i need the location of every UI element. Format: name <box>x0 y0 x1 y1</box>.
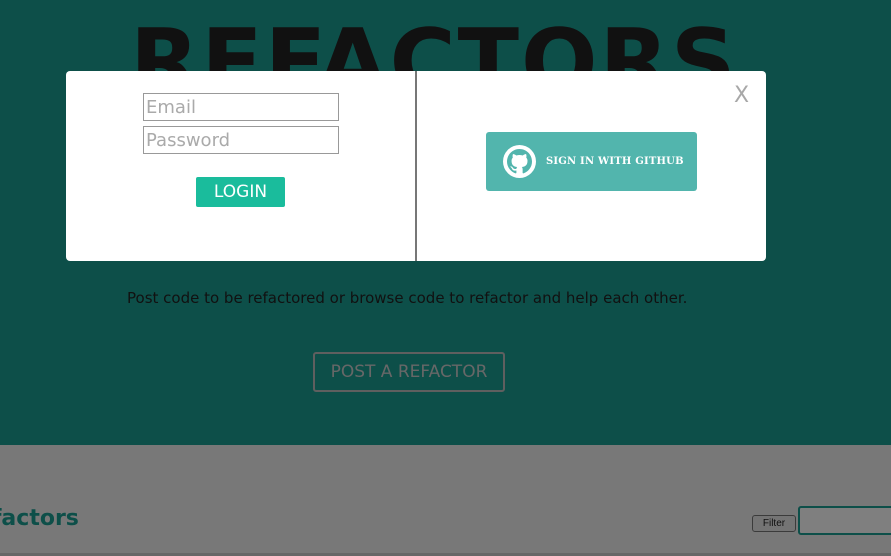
github-icon <box>503 145 536 178</box>
password-field[interactable] <box>143 126 339 154</box>
email-field[interactable] <box>143 93 339 121</box>
login-modal: LOGIN SIGN IN WITH GITHUB X <box>66 71 766 261</box>
close-icon[interactable]: X <box>734 83 749 108</box>
login-button[interactable]: LOGIN <box>196 177 285 207</box>
github-button-label: SIGN IN WITH GITHUB <box>546 156 684 167</box>
github-signin-button[interactable]: SIGN IN WITH GITHUB <box>486 132 697 191</box>
modal-divider <box>415 71 417 261</box>
